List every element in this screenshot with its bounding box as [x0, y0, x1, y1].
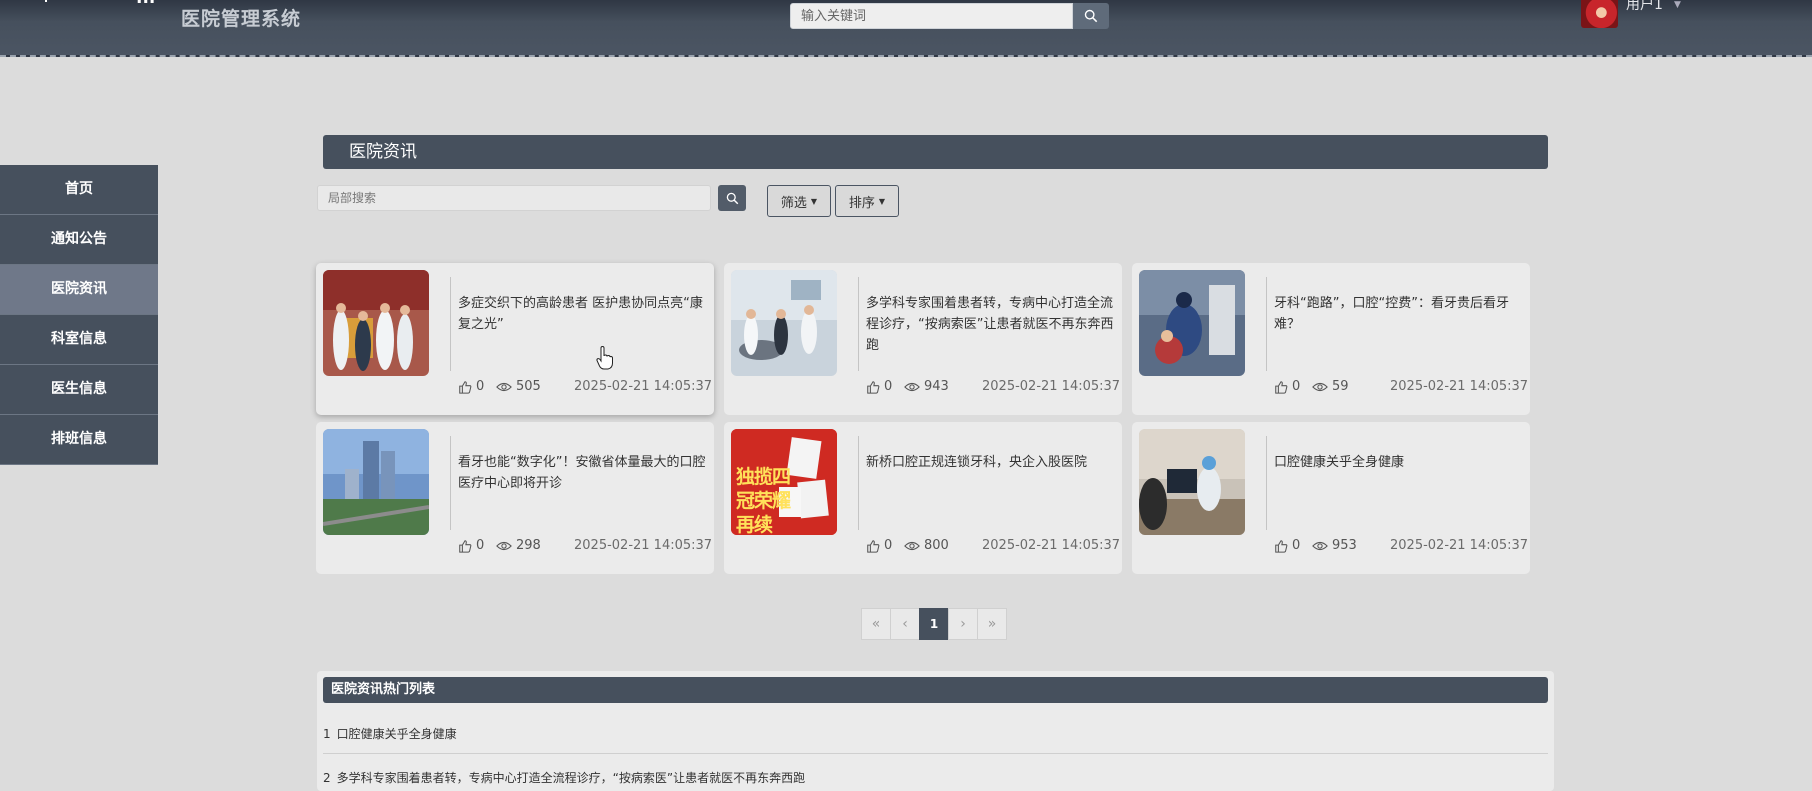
thumbnail-banner-text: 独揽四冠荣耀再续 [736, 466, 791, 535]
cut-off-title: ... [136, 0, 155, 8]
publish-date: 2025-02-21 14:05:37 [574, 379, 713, 394]
hot-news-title: 医院资讯热门列表 [323, 677, 1548, 703]
view-count: 59 [1312, 379, 1390, 394]
local-search-button[interactable] [718, 185, 746, 211]
news-title[interactable]: 新桥口腔正规连锁牙科，央企入股医院 [866, 452, 1116, 473]
prev-page-button[interactable]: ‹ [890, 608, 920, 640]
pagination: « ‹ 1 › » [861, 608, 1007, 640]
view-count: 800 [904, 538, 982, 553]
publish-date: 2025-02-21 14:05:37 [574, 538, 713, 553]
hot-list-item[interactable]: 1 口腔健康关乎全身健康 [323, 724, 1548, 744]
news-title[interactable]: 牙科“跑路”，口腔“控费”：看牙贵后看牙难？ [1274, 293, 1524, 335]
publish-date: 2025-02-21 14:05:37 [1390, 538, 1529, 553]
news-card[interactable]: 多学科专家围着患者转，专病中心打造全流程诊疗，“按病索医”让患者就医不再东奔西跑… [724, 263, 1122, 415]
news-title[interactable]: 多症交织下的高龄患者 医护患协同点亮“康复之光” [458, 293, 708, 335]
search-icon [1084, 9, 1098, 23]
view-count: 943 [904, 379, 982, 394]
news-meta: 0 298 2025-02-21 14:05:37 [458, 538, 712, 553]
news-card[interactable]: 口腔健康关乎全身健康 0 953 2025-02-21 14:05:37 [1132, 422, 1530, 574]
like-count[interactable]: 0 [458, 538, 496, 553]
sidebar-item-notices[interactable]: 通知公告 [0, 215, 158, 265]
sidebar-item-doctors[interactable]: 医生信息 [0, 365, 158, 415]
thumbs-up-icon [867, 539, 880, 553]
thumbs-up-icon [867, 380, 880, 394]
eye-icon [496, 541, 512, 550]
caret-down-icon: ▼ [878, 196, 886, 206]
like-count[interactable]: 0 [1274, 538, 1312, 553]
news-card[interactable]: 独揽四冠荣耀再续 新桥口腔正规连锁牙科，央企入股医院 0 800 2025-02… [724, 422, 1122, 574]
news-card[interactable]: 多症交织下的高龄患者 医护患协同点亮“康复之光” 0 505 2025-02-2… [316, 263, 714, 415]
view-count: 298 [496, 538, 574, 553]
eye-icon [1312, 382, 1328, 391]
news-thumbnail[interactable] [323, 270, 429, 376]
eye-icon [496, 382, 512, 391]
view-count: 505 [496, 379, 574, 394]
chevron-down-icon[interactable]: ▼ [1674, 0, 1681, 10]
page-title: 医院资讯 [323, 135, 1548, 169]
publish-date: 2025-02-21 14:05:37 [1390, 379, 1529, 394]
news-meta: 0 943 2025-02-21 14:05:37 [866, 379, 1120, 394]
page-1-button[interactable]: 1 [919, 608, 949, 640]
hot-list-item[interactable]: 2 多学科专家围着患者转，专病中心打造全流程诊疗，“按病索医”让患者就医不再东奔西… [323, 768, 1548, 788]
hot-item-title[interactable]: 多学科专家围着患者转，专病中心打造全流程诊疗，“按病索医”让患者就医不再东奔西跑 [337, 771, 805, 785]
hot-item-title[interactable]: 口腔健康关乎全身健康 [337, 727, 457, 741]
like-count[interactable]: 0 [866, 538, 904, 553]
news-card[interactable]: 看牙也能“数字化”！安徽省体量最大的口腔医疗中心即将开诊 0 298 2025-… [316, 422, 714, 574]
thumbs-up-icon [459, 539, 472, 553]
news-meta: 0 953 2025-02-21 14:05:37 [1274, 538, 1528, 553]
first-page-button[interactable]: « [861, 608, 891, 640]
news-thumbnail[interactable] [323, 429, 429, 535]
eye-icon [1312, 541, 1328, 550]
avatar[interactable] [1581, 0, 1618, 28]
logo-fragment [45, 0, 47, 2]
publish-date: 2025-02-21 14:05:37 [982, 538, 1121, 553]
sidebar-item-schedules[interactable]: 排班信息 [0, 415, 158, 465]
news-meta: 0 800 2025-02-21 14:05:37 [866, 538, 1120, 553]
news-meta: 0 505 2025-02-21 14:05:37 [458, 379, 712, 394]
sidebar-item-home[interactable]: 首页 [0, 165, 158, 215]
filter-label: 筛选 [780, 195, 807, 211]
news-card[interactable]: 牙科“跑路”，口腔“控费”：看牙贵后看牙难？ 0 59 2025-02-21 1… [1132, 263, 1530, 415]
system-title: 医院管理系统 [181, 8, 302, 30]
view-count: 953 [1312, 538, 1390, 553]
filter-dropdown-button[interactable]: 筛选 ▼ [767, 185, 831, 217]
like-count[interactable]: 0 [1274, 379, 1312, 394]
hot-item-rank: 2 [323, 771, 331, 785]
news-title[interactable]: 看牙也能“数字化”！安徽省体量最大的口腔医疗中心即将开诊 [458, 452, 708, 494]
username[interactable]: 用户1 [1626, 0, 1663, 14]
hot-item-rank: 1 [323, 727, 331, 741]
thumbs-up-icon [1275, 539, 1288, 553]
thumbs-up-icon [1275, 380, 1288, 394]
local-search-input[interactable] [317, 185, 711, 211]
hand-cursor-icon [596, 346, 613, 370]
news-title[interactable]: 口腔健康关乎全身健康 [1274, 452, 1524, 473]
publish-date: 2025-02-21 14:05:37 [982, 379, 1121, 394]
thumbs-up-icon [459, 380, 472, 394]
sort-label: 排序 [848, 195, 875, 211]
news-thumbnail[interactable] [1139, 270, 1245, 376]
news-thumbnail[interactable]: 独揽四冠荣耀再续 [731, 429, 837, 535]
caret-down-icon: ▼ [810, 196, 818, 206]
news-thumbnail[interactable] [1139, 429, 1245, 535]
top-header: ... 医院管理系统 用户1 ▼ [0, 0, 1812, 57]
news-thumbnail[interactable] [731, 270, 837, 376]
search-icon [726, 192, 738, 204]
sidebar-item-departments[interactable]: 科室信息 [0, 315, 158, 365]
sidebar: 首页 通知公告 医院资讯 科室信息 医生信息 排班信息 [0, 165, 158, 465]
like-count[interactable]: 0 [866, 379, 904, 394]
news-meta: 0 59 2025-02-21 14:05:37 [1274, 379, 1528, 394]
global-search-input[interactable] [790, 3, 1073, 29]
news-title[interactable]: 多学科专家围着患者转，专病中心打造全流程诊疗，“按病索医”让患者就医不再东奔西跑 [866, 293, 1116, 356]
sort-dropdown-button[interactable]: 排序 ▼ [835, 185, 899, 217]
hot-news-panel: 医院资讯热门列表 1 口腔健康关乎全身健康 2 多学科专家围着患者转，专病中心打造全… [317, 671, 1554, 791]
eye-icon [904, 382, 920, 391]
sidebar-item-hospital-news[interactable]: 医院资讯 [0, 265, 158, 315]
last-page-button[interactable]: » [977, 608, 1007, 640]
eye-icon [904, 541, 920, 550]
global-search-button[interactable] [1073, 3, 1109, 29]
next-page-button[interactable]: › [948, 608, 978, 640]
like-count[interactable]: 0 [458, 379, 496, 394]
